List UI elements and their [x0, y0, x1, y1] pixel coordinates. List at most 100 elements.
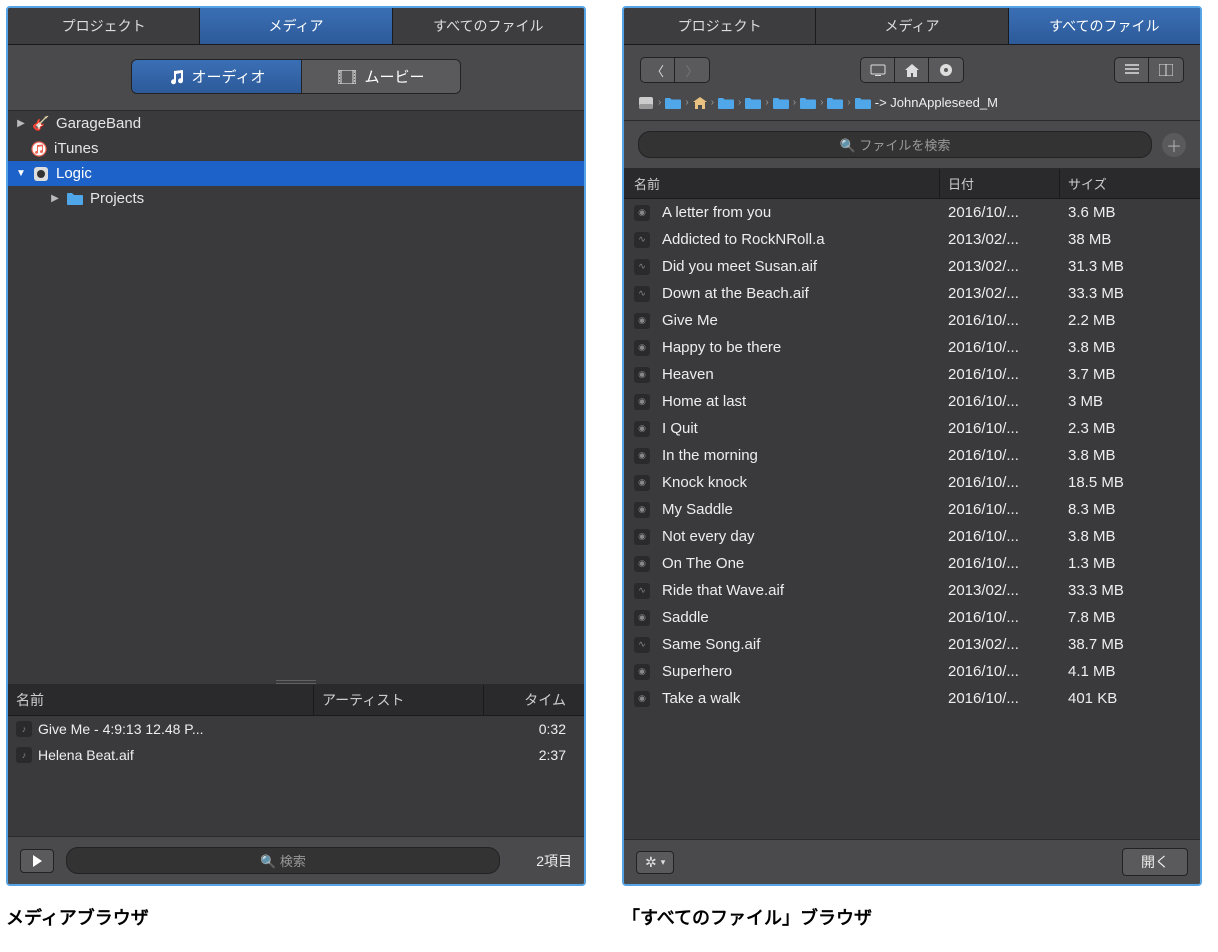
file-name: Saddle	[662, 609, 709, 626]
computer-button[interactable]	[861, 58, 895, 82]
chevron-right-icon: ›	[847, 97, 850, 108]
audio-file-icon: ♪	[16, 747, 32, 763]
search-placeholder: 検索	[280, 854, 306, 869]
tree-empty-area	[8, 211, 584, 685]
tab-all-files[interactable]: すべてのファイル	[1009, 8, 1200, 44]
file-name: Superhero	[662, 663, 732, 680]
table-row[interactable]: ◉Home at last2016/10/...3 MB	[624, 388, 1200, 415]
file-size: 3.7 MB	[1060, 361, 1200, 388]
file-date: 2016/10/...	[940, 658, 1060, 685]
tree-item-logic[interactable]: ▼ Logic	[8, 161, 584, 186]
table-row[interactable]: ◉Take a walk2016/10/...401 KB	[624, 685, 1200, 712]
file-size: 2.3 MB	[1060, 415, 1200, 442]
file-size: 38 MB	[1060, 226, 1200, 253]
tab-media[interactable]: メディア	[816, 8, 1008, 44]
file-date: 2013/02/...	[940, 253, 1060, 280]
file-size: 31.3 MB	[1060, 253, 1200, 280]
tree-item-garageband[interactable]: ▶ 🎸 GarageBand	[8, 111, 584, 136]
folder-icon	[66, 191, 84, 207]
folder-icon	[800, 97, 816, 109]
file-date: 2016/10/...	[940, 469, 1060, 496]
col-header-name[interactable]: 名前	[624, 169, 940, 198]
file-date: 2016/10/...	[940, 496, 1060, 523]
col-header-time[interactable]: タイム	[484, 685, 584, 715]
view-buttons	[1114, 57, 1184, 83]
subtab-movie[interactable]: ムービー	[301, 60, 460, 93]
plus-icon: ＋	[1166, 133, 1182, 157]
file-list-header: 名前 日付 サイズ	[624, 169, 1200, 199]
list-view-button[interactable]	[1115, 58, 1149, 82]
tab-project[interactable]: プロジェクト	[8, 8, 200, 44]
open-button[interactable]: 開く	[1122, 848, 1188, 876]
folder-icon	[855, 97, 871, 109]
table-row[interactable]: ◉A letter from you2016/10/...3.6 MB	[624, 199, 1200, 226]
table-row[interactable]: ∿Ride that Wave.aif2013/02/...33.3 MB	[624, 577, 1200, 604]
table-row[interactable]: ◉Knock knock2016/10/...18.5 MB	[624, 469, 1200, 496]
monitor-icon	[870, 64, 886, 76]
search-input[interactable]: 🔍 検索	[66, 847, 500, 874]
col-header-name[interactable]: 名前	[8, 685, 314, 715]
chevron-right-icon: ›	[820, 97, 823, 108]
table-row[interactable]: ◉Happy to be there2016/10/...3.8 MB	[624, 334, 1200, 361]
file-size: 3.6 MB	[1060, 199, 1200, 226]
table-row[interactable]: ◉In the morning2016/10/...3.8 MB	[624, 442, 1200, 469]
disclosure-triangle-icon[interactable]: ▶	[16, 118, 26, 129]
table-row[interactable]: ◉Give Me2016/10/...2.2 MB	[624, 307, 1200, 334]
col-header-artist[interactable]: アーティスト	[314, 685, 484, 715]
col-header-size[interactable]: サイズ	[1060, 169, 1200, 198]
file-name: In the morning	[662, 447, 758, 464]
table-row[interactable]: ◉On The One2016/10/...1.3 MB	[624, 550, 1200, 577]
table-row[interactable]: ◉Saddle2016/10/...7.8 MB	[624, 604, 1200, 631]
folder-icon	[773, 97, 789, 109]
search-placeholder: ファイルを検索	[859, 138, 950, 153]
table-row[interactable]: ◉Not every day2016/10/...3.8 MB	[624, 523, 1200, 550]
col-header-date[interactable]: 日付	[940, 169, 1060, 198]
column-view-button[interactable]	[1149, 58, 1183, 82]
table-row[interactable]: ∿Addicted to RockNRoll.a2013/02/...38 MB	[624, 226, 1200, 253]
file-search-input[interactable]: 🔍 ファイルを検索	[638, 131, 1152, 158]
table-row[interactable]: ◉Superhero2016/10/...4.1 MB	[624, 658, 1200, 685]
play-button[interactable]	[20, 849, 54, 873]
forward-button[interactable]: 〉	[675, 58, 709, 82]
disc-icon: ◉	[634, 664, 650, 680]
media-footer: 🔍 検索 2項目	[8, 836, 584, 884]
add-button[interactable]: ＋	[1162, 133, 1186, 157]
list-item[interactable]: ♪Helena Beat.aif2:37	[8, 742, 584, 768]
back-button[interactable]: 〈	[641, 58, 675, 82]
tree-item-label: GarageBand	[56, 115, 141, 132]
action-menu-button[interactable]: ✲ ▾	[636, 851, 674, 874]
chevron-left-icon: 〈	[651, 61, 664, 80]
file-size: 33.3 MB	[1060, 280, 1200, 307]
tab-all-files[interactable]: すべてのファイル	[393, 8, 584, 44]
tree-item-projects[interactable]: ▶ Projects	[8, 186, 584, 211]
table-row[interactable]: ∿Down at the Beach.aif2013/02/...33.3 MB	[624, 280, 1200, 307]
table-row[interactable]: ∿Same Song.aif2013/02/...38.7 MB	[624, 631, 1200, 658]
home-button[interactable]	[895, 58, 929, 82]
right-caption: 「すべてのファイル」ブラウザ	[622, 904, 1202, 930]
media-subtabs: オーディオ ムービー	[8, 45, 584, 111]
tree-item-label: Projects	[90, 190, 144, 207]
table-row[interactable]: ◉Heaven2016/10/...3.7 MB	[624, 361, 1200, 388]
project-button[interactable]	[929, 58, 963, 82]
tree-item-label: iTunes	[54, 140, 98, 157]
left-tabs: プロジェクト メディア すべてのファイル	[8, 8, 584, 45]
disc-icon: ◉	[634, 691, 650, 707]
list-icon	[1125, 64, 1139, 76]
tab-media[interactable]: メディア	[200, 8, 392, 44]
table-row[interactable]: ◉I Quit2016/10/...2.3 MB	[624, 415, 1200, 442]
table-row[interactable]: ∿Did you meet Susan.aif2013/02/...31.3 M…	[624, 253, 1200, 280]
file-name: Give Me - 4:9:13 12.48 P...	[38, 721, 204, 737]
disc-icon: ◉	[634, 367, 650, 383]
disclosure-triangle-icon[interactable]: ▼	[16, 168, 26, 179]
breadcrumb[interactable]: › › › › › › › › -> JohnAppleseed_M	[624, 91, 1200, 121]
subtab-audio[interactable]: オーディオ	[132, 60, 302, 93]
home-icon	[693, 97, 707, 109]
file-size: 3.8 MB	[1060, 442, 1200, 469]
tab-project[interactable]: プロジェクト	[624, 8, 816, 44]
disclosure-triangle-icon[interactable]: ▶	[50, 193, 60, 204]
list-item[interactable]: ♪Give Me - 4:9:13 12.48 P...0:32	[8, 716, 584, 742]
disc-icon: ◉	[634, 610, 650, 626]
table-row[interactable]: ◉My Saddle2016/10/...8.3 MB	[624, 496, 1200, 523]
split-drag-handle[interactable]	[276, 680, 316, 684]
tree-item-itunes[interactable]: iTunes	[8, 136, 584, 161]
